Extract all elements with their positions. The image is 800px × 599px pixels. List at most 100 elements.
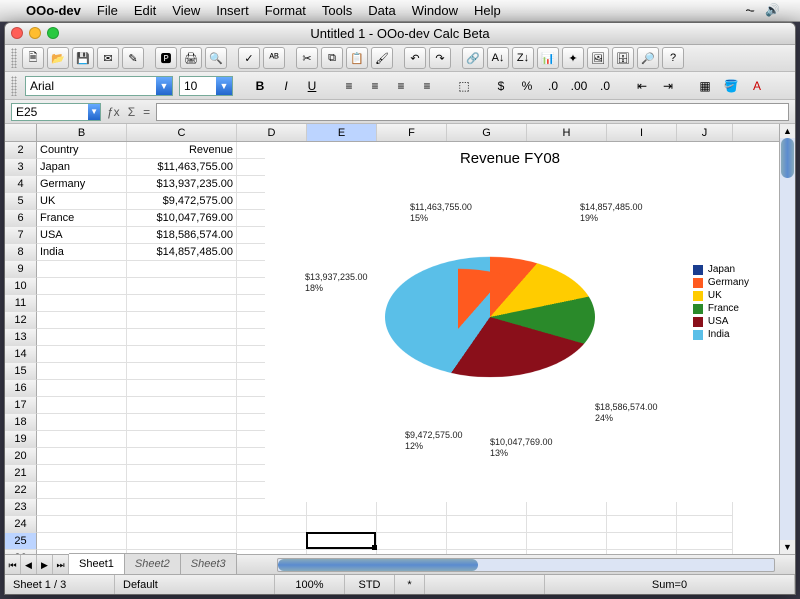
auto-spell-button[interactable]: ᴬᴮ xyxy=(263,47,285,69)
cell[interactable] xyxy=(127,397,237,414)
cell[interactable] xyxy=(677,516,733,533)
next-tab-icon[interactable]: ▶ xyxy=(37,555,53,575)
spreadsheet-grid[interactable]: BCDEFGHIJ 2CountryRevenue3Japan$11,463,7… xyxy=(5,124,779,554)
cell[interactable] xyxy=(37,397,127,414)
cell[interactable] xyxy=(127,516,237,533)
spellcheck-button[interactable]: ✓ xyxy=(238,47,260,69)
cell[interactable] xyxy=(307,533,377,550)
bgcolor-button[interactable]: 🪣 xyxy=(721,76,741,96)
sheet-tab[interactable]: Sheet3 xyxy=(181,553,237,574)
column-header[interactable]: H xyxy=(527,124,607,141)
cell[interactable] xyxy=(527,516,607,533)
cell[interactable] xyxy=(307,516,377,533)
inc-indent-button[interactable]: ⇥ xyxy=(658,76,678,96)
cell[interactable] xyxy=(37,499,127,516)
del-decimal-button[interactable]: .0 xyxy=(595,76,615,96)
underline-button[interactable]: U xyxy=(302,76,322,96)
toolbar-handle[interactable] xyxy=(11,76,17,96)
font-name-combo[interactable]: ▼ xyxy=(25,76,173,96)
new-doc-button[interactable]: 🗎 xyxy=(22,47,44,69)
column-header[interactable]: F xyxy=(377,124,447,141)
cell[interactable] xyxy=(607,550,677,554)
name-box[interactable]: ▼ xyxy=(11,103,101,121)
fontcolor-button[interactable]: A xyxy=(747,76,767,96)
cell[interactable] xyxy=(37,261,127,278)
scroll-up-icon[interactable]: ▲ xyxy=(780,124,795,138)
chevron-down-icon[interactable]: ▼ xyxy=(156,77,172,95)
cell[interactable]: $14,857,485.00 xyxy=(127,244,237,261)
scroll-down-icon[interactable]: ▼ xyxy=(780,540,795,554)
menu-edit[interactable]: Edit xyxy=(134,3,156,18)
scroll-thumb[interactable] xyxy=(278,559,478,571)
cell[interactable] xyxy=(237,533,307,550)
vertical-scrollbar[interactable]: ▲ ▼ xyxy=(779,124,795,554)
app-menu[interactable]: OOo-dev xyxy=(26,3,81,18)
cell[interactable] xyxy=(127,380,237,397)
row-header[interactable]: 18 xyxy=(5,414,37,431)
cell[interactable] xyxy=(37,346,127,363)
menu-insert[interactable]: Insert xyxy=(216,3,249,18)
gallery-button[interactable]: 🖼 xyxy=(587,47,609,69)
percent-button[interactable]: % xyxy=(517,76,537,96)
row-header[interactable]: 7 xyxy=(5,227,37,244)
cell[interactable] xyxy=(127,431,237,448)
cell[interactable]: Revenue xyxy=(127,142,237,159)
cell[interactable] xyxy=(37,448,127,465)
row-header[interactable]: 3 xyxy=(5,159,37,176)
cell[interactable] xyxy=(527,550,607,554)
cell[interactable] xyxy=(377,550,447,554)
row-header[interactable]: 5 xyxy=(5,193,37,210)
last-tab-icon[interactable]: ⏭ xyxy=(53,555,69,575)
formula-input[interactable] xyxy=(156,103,789,121)
row-header[interactable]: 17 xyxy=(5,397,37,414)
cell[interactable] xyxy=(37,380,127,397)
cell[interactable] xyxy=(677,533,733,550)
chevron-down-icon[interactable]: ▼ xyxy=(216,77,232,95)
wifi-icon[interactable]: ⏦ xyxy=(745,3,755,18)
cell[interactable] xyxy=(127,482,237,499)
cell[interactable] xyxy=(127,465,237,482)
row-header[interactable]: 12 xyxy=(5,312,37,329)
cell[interactable] xyxy=(37,482,127,499)
menu-view[interactable]: View xyxy=(172,3,200,18)
font-size-input[interactable] xyxy=(180,77,216,95)
export-pdf-button[interactable]: 🅿 xyxy=(155,47,177,69)
cell[interactable] xyxy=(377,516,447,533)
cell[interactable] xyxy=(127,499,237,516)
sort-asc-button[interactable]: A↓ xyxy=(487,47,509,69)
cell[interactable]: $13,937,235.00 xyxy=(127,176,237,193)
cell[interactable] xyxy=(37,329,127,346)
column-header[interactable]: C xyxy=(127,124,237,141)
font-name-input[interactable] xyxy=(26,77,156,95)
column-header[interactable]: E xyxy=(307,124,377,141)
menu-file[interactable]: File xyxy=(97,3,118,18)
dec-indent-button[interactable]: ⇤ xyxy=(632,76,652,96)
cell[interactable] xyxy=(37,516,127,533)
column-header[interactable]: J xyxy=(677,124,733,141)
number-std-button[interactable]: .0 xyxy=(543,76,563,96)
menu-window[interactable]: Window xyxy=(412,3,458,18)
cell[interactable] xyxy=(127,533,237,550)
row-header[interactable]: 19 xyxy=(5,431,37,448)
cell[interactable] xyxy=(607,516,677,533)
datasources-button[interactable]: 🗄 xyxy=(612,47,634,69)
align-center-button[interactable]: ≡ xyxy=(365,76,385,96)
scroll-thumb[interactable] xyxy=(781,138,794,178)
borders-button[interactable]: ▦ xyxy=(695,76,715,96)
email-button[interactable]: ✉ xyxy=(97,47,119,69)
row-header[interactable]: 8 xyxy=(5,244,37,261)
chevron-down-icon[interactable]: ▼ xyxy=(88,104,100,120)
cell[interactable] xyxy=(447,533,527,550)
row-header[interactable]: 16 xyxy=(5,380,37,397)
cell[interactable]: $10,047,769.00 xyxy=(127,210,237,227)
format-paint-button[interactable]: 🖌 xyxy=(371,47,393,69)
status-zoom[interactable]: 100% xyxy=(275,575,345,594)
column-header[interactable]: I xyxy=(607,124,677,141)
cell[interactable]: India xyxy=(37,244,127,261)
cell[interactable]: UK xyxy=(37,193,127,210)
row-header[interactable]: 21 xyxy=(5,465,37,482)
first-tab-icon[interactable]: ⏮ xyxy=(5,555,21,575)
cell[interactable] xyxy=(307,550,377,554)
equals-icon[interactable]: = xyxy=(143,105,150,119)
hyperlink-button[interactable]: 🔗 xyxy=(462,47,484,69)
